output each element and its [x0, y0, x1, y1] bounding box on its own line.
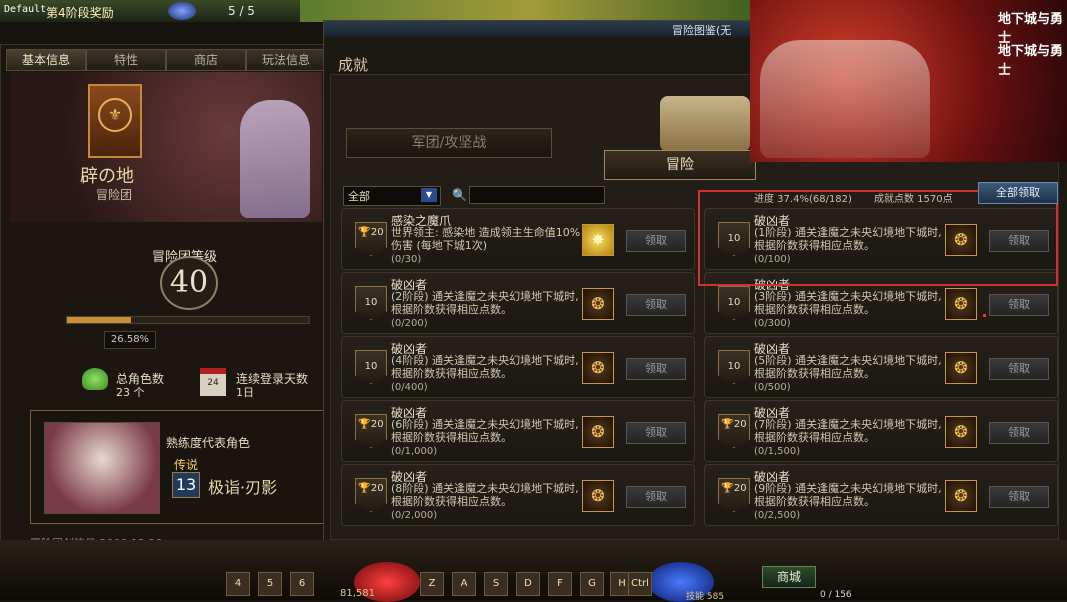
- stage-reward-label[interactable]: 第4阶段奖励: [46, 4, 114, 21]
- scroll-emblem-icon: [660, 96, 750, 152]
- orb-icon[interactable]: [168, 2, 196, 20]
- achievement-desc: (9阶段) 通关逢魔之未央幻境地下城时,根据阶数获得相应点数。: [754, 482, 942, 508]
- hotkey-slot[interactable]: 6: [290, 572, 314, 596]
- character-portrait: [44, 422, 160, 514]
- default-label: Default: [4, 4, 47, 15]
- achievement-progress: (0/2,500): [754, 510, 801, 521]
- achievement-progress: (0/30): [391, 254, 422, 265]
- claim-button[interactable]: 领取: [989, 422, 1049, 444]
- claim-button[interactable]: 领取: [626, 486, 686, 508]
- gold-value: 81,581: [340, 588, 375, 599]
- guild-level-value: 40: [160, 256, 218, 310]
- calendar-icon: 24: [200, 368, 226, 396]
- tab-shop[interactable]: 商店: [166, 49, 246, 71]
- hotkey-slot[interactable]: A: [452, 572, 476, 596]
- achievement-desc: (6阶段) 通关逢魔之未央幻境地下城时,根据阶数获得相应点数。: [391, 418, 579, 444]
- achievement-progress: (0/200): [391, 318, 428, 329]
- tab-corps-raid[interactable]: 军团/攻坚战: [346, 128, 552, 158]
- claim-button[interactable]: 领取: [626, 230, 686, 252]
- character-illustration: [240, 100, 310, 218]
- emblem-icon[interactable]: ❂: [582, 480, 614, 512]
- city-button[interactable]: 商城: [762, 566, 816, 588]
- emblem-icon[interactable]: ❂: [945, 416, 977, 448]
- claim-button[interactable]: 领取: [626, 358, 686, 380]
- legend-badge: 传说: [174, 458, 199, 472]
- tab-basic-info[interactable]: 基本信息: [6, 49, 86, 71]
- tab-adventure[interactable]: 冒险: [604, 150, 756, 180]
- game-logo-secondary: 地下城与勇士: [998, 44, 1064, 78]
- exp-bar-fill: [67, 317, 131, 323]
- search-icon: 🔍: [452, 188, 467, 202]
- achievement-desc: (3阶段) 通关逢魔之未央幻境地下城时,根据阶数获得相应点数。: [754, 290, 942, 316]
- gold-star-icon[interactable]: ✸: [582, 224, 614, 256]
- emblem-icon[interactable]: ❂: [582, 352, 614, 384]
- achievement-progress: (0/400): [391, 382, 428, 393]
- search-input[interactable]: [469, 186, 605, 204]
- users-icon: [82, 368, 108, 390]
- marker-dot: [983, 314, 986, 317]
- fleur-icon: ⚜: [98, 98, 132, 132]
- hotkey-slot[interactable]: F: [548, 572, 572, 596]
- claim-button[interactable]: 领取: [989, 358, 1049, 380]
- claim-button[interactable]: 领取: [626, 294, 686, 316]
- achievement-desc: (8阶段) 通关逢魔之未央幻境地下城时,根据阶数获得相应点数。: [391, 482, 579, 508]
- login-days-value: 1日: [236, 386, 254, 399]
- emblem-icon[interactable]: ❂: [945, 480, 977, 512]
- hotkey-slot[interactable]: 4: [226, 572, 250, 596]
- highlight-box: [698, 190, 1058, 286]
- game-scene-strip: [300, 0, 760, 22]
- achievement-desc: (4阶段) 通关逢魔之未央幻境地下城时,根据阶数获得相应点数。: [391, 354, 579, 380]
- hotkey-slot[interactable]: S: [484, 572, 508, 596]
- receive-all-button[interactable]: 全部领取: [978, 182, 1058, 204]
- tab-features[interactable]: 特性: [86, 49, 166, 71]
- hotkey-slot[interactable]: Z: [420, 572, 444, 596]
- promo-character-art: [760, 40, 930, 158]
- rep-character-level: 13: [172, 472, 200, 498]
- achievement-progress: (0/300): [754, 318, 791, 329]
- hotkey-slot[interactable]: G: [580, 572, 604, 596]
- achievement-desc: (2阶段) 通关逢魔之未央幻境地下城时,根据阶数获得相应点数。: [391, 290, 579, 316]
- emblem-icon[interactable]: ❂: [582, 416, 614, 448]
- achievement-desc: 世界领主: 感染地 造成领主生命值10%伤害 (每地下城1次): [391, 226, 581, 252]
- guild-name: 辟の地: [80, 166, 134, 187]
- achievement-progress: (0/2,000): [391, 510, 438, 521]
- category-filter-value: 全部: [348, 190, 370, 203]
- achievement-progress: (0/1,000): [391, 446, 438, 457]
- claim-button[interactable]: 领取: [989, 294, 1049, 316]
- tab-play-info[interactable]: 玩法信息: [246, 49, 326, 71]
- hotkey-slot[interactable]: D: [516, 572, 540, 596]
- inventory-count: 0 / 156: [820, 590, 852, 600]
- skill-points: 技能 585: [686, 592, 725, 602]
- emblem-icon[interactable]: ❂: [945, 288, 977, 320]
- hotkey-slot[interactable]: Ctrl: [628, 572, 652, 596]
- total-chars-value: 23 个: [116, 386, 145, 399]
- guild-type: 冒险团: [96, 188, 133, 202]
- rep-character-title: 熟练度代表角色: [166, 436, 251, 450]
- claim-button[interactable]: 领取: [989, 486, 1049, 508]
- section-title: 成就: [338, 56, 369, 74]
- emblem-icon[interactable]: ❂: [945, 352, 977, 384]
- achievement-progress: (0/1,500): [754, 446, 801, 457]
- window-title: 冒险图鉴(无: [672, 24, 732, 37]
- claim-button[interactable]: 领取: [626, 422, 686, 444]
- emblem-icon[interactable]: ❂: [582, 288, 614, 320]
- rep-character-job: 极诣·刃影: [208, 478, 278, 497]
- hotkey-slot[interactable]: 5: [258, 572, 282, 596]
- achievement-progress: (0/500): [754, 382, 791, 393]
- stage-counter: 5 / 5: [228, 4, 255, 18]
- achievement-desc: (7阶段) 通关逢魔之未央幻境地下城时,根据阶数获得相应点数。: [754, 418, 942, 444]
- exp-percent: 26.58%: [104, 331, 156, 349]
- chevron-down-icon[interactable]: ▼: [421, 188, 437, 202]
- achievement-desc: (5阶段) 通关逢魔之未央幻境地下城时,根据阶数获得相应点数。: [754, 354, 942, 380]
